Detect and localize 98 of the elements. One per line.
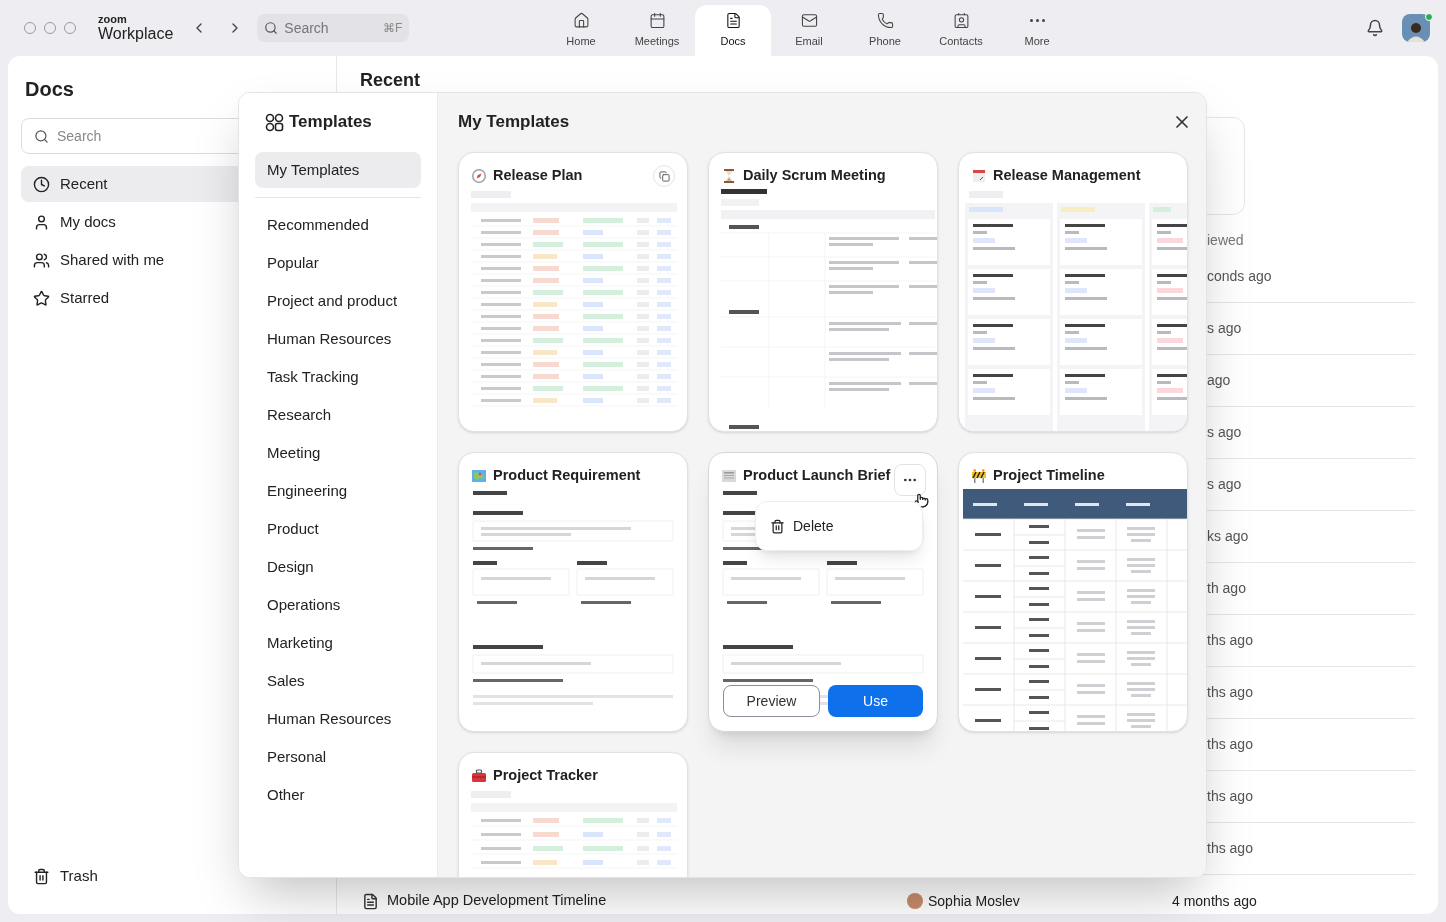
category-item[interactable]: Operations (255, 587, 421, 623)
trash-item[interactable]: Trash (21, 858, 323, 894)
modified-time: ths ago (1207, 683, 1253, 702)
nav-tab[interactable]: Phone (847, 5, 923, 56)
preview-button[interactable]: Preview (723, 685, 820, 717)
template-card[interactable]: Product Launch Brief Preview Use Delete (708, 452, 938, 732)
template-card[interactable]: Product Requirement (458, 452, 688, 732)
modified-time: ks ago (1207, 527, 1249, 546)
logo-small: zoom (98, 14, 128, 25)
nav-tab[interactable]: Email (771, 5, 847, 56)
hourglass-icon (721, 167, 737, 184)
user-avatar[interactable] (1402, 14, 1430, 42)
clock-icon (33, 175, 50, 193)
nav-tab[interactable]: More (999, 5, 1075, 56)
barrier-icon (971, 467, 987, 484)
document-title[interactable]: Mobile App Development Timeline (387, 890, 907, 912)
duplicate-button[interactable] (653, 165, 675, 187)
mail-icon (800, 11, 818, 29)
calendar-icon (971, 167, 987, 184)
category-item[interactable]: Sales (255, 663, 421, 699)
modified-time: 4 months ago (1172, 891, 1257, 911)
person-silhouette-icon (1405, 20, 1427, 42)
template-card[interactable]: Project Tracker (458, 752, 688, 877)
more-icon (1029, 18, 1045, 22)
search-placeholder: Search (284, 18, 330, 38)
modified-time: ths ago (1207, 787, 1253, 806)
templates-icon (265, 112, 284, 132)
template-title: Product Launch Brief (743, 465, 891, 485)
star-icon (33, 289, 50, 307)
nav-tab[interactable]: Contacts (923, 5, 999, 56)
category-item[interactable]: Other (255, 777, 421, 813)
template-title: Release Plan (493, 165, 583, 185)
category-item[interactable]: Recommended (255, 207, 421, 243)
template-card[interactable]: Release Plan (458, 152, 688, 432)
nav-tab[interactable]: Docs (695, 5, 771, 56)
delete-menu-item[interactable]: Delete (766, 508, 912, 544)
category-item[interactable]: Task Tracking (255, 359, 421, 395)
category-item[interactable]: Engineering (255, 473, 421, 509)
people-icon (33, 251, 50, 269)
copy-icon (658, 170, 670, 182)
nav-tab[interactable]: Home (543, 5, 619, 56)
dialog-title: My Templates (458, 111, 571, 134)
phone-icon (876, 11, 894, 29)
template-title: Release Management (993, 165, 1141, 185)
category-item[interactable]: Personal (255, 739, 421, 775)
page-title: Recent (360, 70, 422, 90)
toolbox-icon (471, 767, 487, 784)
app-logo: Workplace (98, 26, 174, 42)
category-item[interactable]: Meeting (255, 435, 421, 471)
compass-icon (471, 167, 487, 184)
document-icon (362, 892, 379, 910)
category-item[interactable]: My Templates (255, 152, 421, 188)
modified-time: ths ago (1207, 735, 1253, 754)
search-placeholder: Search (57, 126, 102, 146)
person-icon (33, 213, 50, 231)
modified-time: ago (1207, 371, 1231, 390)
template-title: Daily Scrum Meeting (743, 165, 886, 185)
newspaper-icon (721, 467, 737, 484)
modified-time: conds ago (1207, 267, 1272, 286)
search-field[interactable]: Search ⌘F (257, 14, 410, 42)
template-card[interactable]: Release Management (958, 152, 1188, 432)
modified-time: th ago (1207, 579, 1246, 598)
template-title: Project Timeline (993, 465, 1105, 485)
category-item[interactable]: Human Resources (255, 321, 421, 357)
modified-time: s ago (1207, 475, 1242, 494)
trash-icon (770, 518, 785, 534)
search-icon (264, 21, 279, 35)
modified-time: ths ago (1207, 839, 1253, 858)
template-card[interactable]: Project Timeline (958, 452, 1188, 732)
map-icon (471, 467, 487, 484)
category-item[interactable]: Popular (255, 245, 421, 281)
owner-avatar (907, 893, 923, 909)
shortcut-hint: ⌘F (382, 20, 403, 37)
template-card[interactable]: Daily Scrum Meeting (708, 152, 938, 432)
category-item[interactable]: Product (255, 511, 421, 547)
nav-tab[interactable]: Meetings (619, 5, 695, 56)
category-item[interactable]: Design (255, 549, 421, 585)
more-button[interactable] (894, 464, 926, 496)
category-item[interactable]: Project and product (255, 283, 421, 319)
category-item[interactable]: Marketing (255, 625, 421, 661)
trash-icon (33, 867, 50, 885)
template-title: Project Tracker (493, 765, 598, 785)
modified-time: s ago (1207, 319, 1242, 338)
category-item[interactable]: Human Resources (255, 701, 421, 737)
calendar-icon (648, 11, 666, 29)
document-icon (724, 11, 742, 29)
template-title: Product Requirement (493, 465, 641, 485)
category-item[interactable]: Research (255, 397, 421, 433)
contact-card-icon (952, 11, 970, 29)
search-icon (34, 128, 49, 144)
home-icon (572, 11, 590, 29)
column-header: iewed (1206, 231, 1245, 250)
notification-icon[interactable] (1366, 19, 1384, 37)
sidebar-title: Docs (24, 77, 75, 102)
owner-name: Sophia Moslev (928, 891, 1021, 911)
use-button[interactable]: Use (828, 685, 923, 717)
modified-time: s ago (1207, 423, 1242, 442)
modified-time: ths ago (1207, 631, 1253, 650)
